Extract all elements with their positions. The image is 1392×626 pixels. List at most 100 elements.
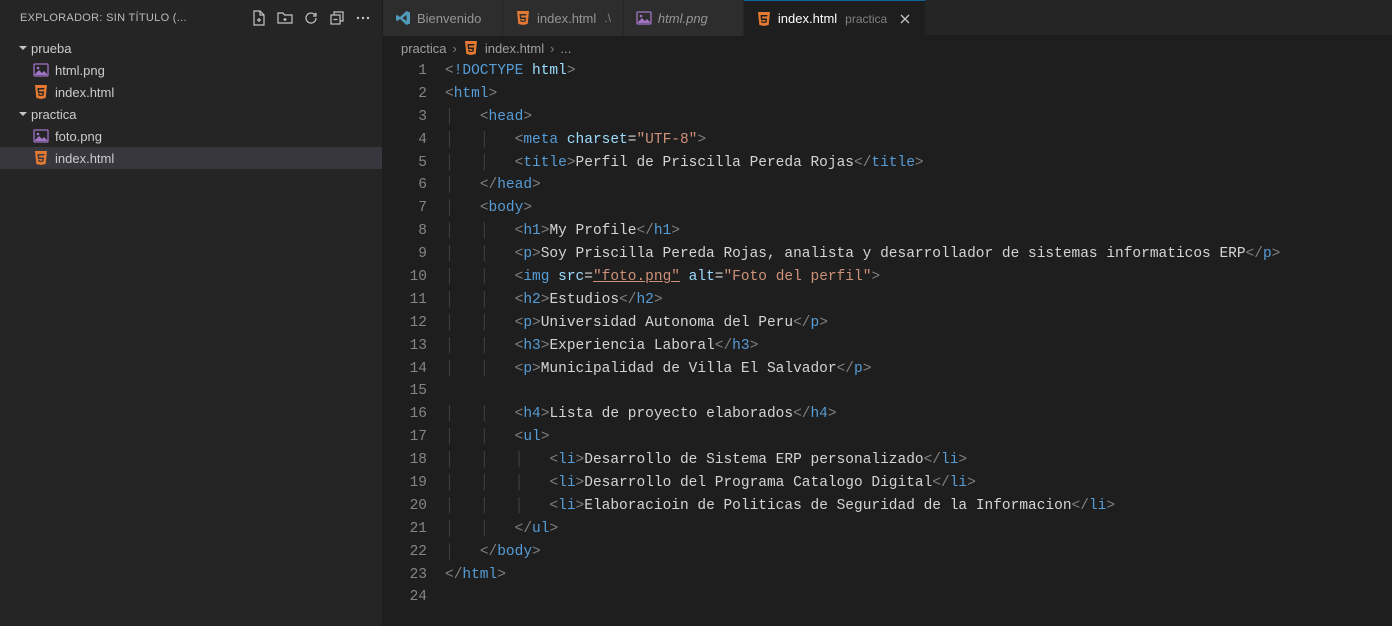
html-file-icon [515, 10, 531, 26]
code-line[interactable]: │ </body> [445, 541, 1392, 564]
line-number: 2 [383, 83, 427, 106]
editor-tab[interactable]: html.png [624, 0, 744, 36]
line-number: 6 [383, 174, 427, 197]
html-file-icon [32, 84, 50, 100]
code-line[interactable]: │ <head> [445, 106, 1392, 129]
tree-label: index.html [55, 85, 114, 100]
breadcrumb-segment[interactable]: index.html [485, 41, 544, 56]
line-number: 14 [383, 358, 427, 381]
line-number: 24 [383, 586, 427, 609]
chevron-down-icon [15, 106, 31, 122]
code-line[interactable]: │ │ <ul> [445, 426, 1392, 449]
close-icon[interactable] [897, 11, 913, 27]
chevron-right-icon: › [550, 41, 554, 56]
line-number: 20 [383, 495, 427, 518]
explorer-header: EXPLORADOR: SIN TÍTULO (... [0, 0, 382, 35]
line-number: 9 [383, 243, 427, 266]
line-number-gutter: 123456789101112131415161718192021222324 [383, 60, 445, 626]
tab-label: index.html [537, 11, 596, 26]
line-number: 8 [383, 220, 427, 243]
file-item[interactable]: html.png [0, 59, 382, 81]
explorer-sidebar: EXPLORADOR: SIN TÍTULO (... prueba html.p… [0, 0, 383, 626]
folder-item[interactable]: practica [0, 103, 382, 125]
line-number: 18 [383, 449, 427, 472]
editor-area: Bienvenido index.html .\ html.png index.html… [383, 0, 1392, 626]
tree-label: index.html [55, 151, 114, 166]
line-number: 16 [383, 403, 427, 426]
line-number: 19 [383, 472, 427, 495]
line-number: 21 [383, 518, 427, 541]
tab-suffix: .\ [604, 11, 611, 25]
line-number: 10 [383, 266, 427, 289]
tab-label: html.png [658, 11, 708, 26]
breadcrumb-segment[interactable]: ... [560, 41, 571, 56]
line-number: 11 [383, 289, 427, 312]
line-number: 15 [383, 380, 427, 403]
code-line[interactable]: │ │ <p>Municipalidad de Villa El Salvado… [445, 358, 1392, 381]
more-icon[interactable] [352, 7, 374, 29]
line-number: 5 [383, 152, 427, 175]
tab-label: index.html [778, 11, 837, 26]
image-file-icon [32, 128, 50, 144]
line-number: 17 [383, 426, 427, 449]
editor-tab[interactable]: index.html .\ [503, 0, 624, 36]
code-line[interactable]: <!DOCTYPE html> [445, 60, 1392, 83]
folder-item[interactable]: prueba [0, 37, 382, 59]
line-number: 23 [383, 564, 427, 587]
code-line[interactable]: │ │ <p>Soy Priscilla Pereda Rojas, anali… [445, 243, 1392, 266]
code-line[interactable]: │ │ │ <li>Elaboracioin de Politicas de S… [445, 495, 1392, 518]
file-tree: prueba html.png index.html practica foto.png… [0, 35, 382, 169]
code-line[interactable]: │ │ <h1>My Profile</h1> [445, 220, 1392, 243]
tree-label: foto.png [55, 129, 102, 144]
code-line[interactable]: │ │ </ul> [445, 518, 1392, 541]
chevron-down-icon [15, 40, 31, 56]
new-file-icon[interactable] [248, 7, 270, 29]
file-item[interactable]: foto.png [0, 125, 382, 147]
tab-label: Bienvenido [417, 11, 481, 26]
tree-label: practica [31, 107, 77, 122]
code-line[interactable]: │ │ <h3>Experiencia Laboral</h3> [445, 335, 1392, 358]
code-content[interactable]: <!DOCTYPE html><html>│ <head>│ │ <meta c… [445, 60, 1392, 626]
code-line[interactable]: │ </head> [445, 174, 1392, 197]
tree-label: html.png [55, 63, 105, 78]
tab-bar: Bienvenido index.html .\ html.png index.html… [383, 0, 1392, 36]
code-line[interactable]: │ │ <p>Universidad Autonoma del Peru</p> [445, 312, 1392, 335]
html-file-icon [756, 11, 772, 27]
editor-tab[interactable]: Bienvenido [383, 0, 503, 36]
editor-tab[interactable]: index.htmlpractica [744, 0, 926, 36]
line-number: 22 [383, 541, 427, 564]
code-line[interactable]: │ │ │ <li>Desarrollo del Programa Catalo… [445, 472, 1392, 495]
collapse-all-icon[interactable] [326, 7, 348, 29]
code-line[interactable]: │ │ <meta charset="UTF-8"> [445, 129, 1392, 152]
code-line[interactable]: </html> [445, 564, 1392, 587]
file-item[interactable]: index.html [0, 147, 382, 169]
code-editor[interactable]: 123456789101112131415161718192021222324 … [383, 60, 1392, 626]
tree-label: prueba [31, 41, 71, 56]
refresh-icon[interactable] [300, 7, 322, 29]
line-number: 12 [383, 312, 427, 335]
image-file-icon [636, 10, 652, 26]
html-file-icon [32, 150, 50, 166]
chevron-right-icon: › [453, 41, 457, 56]
code-line[interactable]: │ │ <h2>Estudios</h2> [445, 289, 1392, 312]
line-number: 3 [383, 106, 427, 129]
new-folder-icon[interactable] [274, 7, 296, 29]
breadcrumbs[interactable]: practica › index.html › ... [383, 36, 1392, 60]
line-number: 1 [383, 60, 427, 83]
html-file-icon [463, 40, 479, 56]
code-line[interactable]: │ │ │ <li>Desarrollo de Sistema ERP pers… [445, 449, 1392, 472]
code-line[interactable]: │ │ <img src="foto.png" alt="Foto del pe… [445, 266, 1392, 289]
code-line[interactable]: <html> [445, 83, 1392, 106]
breadcrumb-segment[interactable]: practica [401, 41, 447, 56]
code-line[interactable]: │ │ <h4>Lista de proyecto elaborados</h4… [445, 403, 1392, 426]
code-line[interactable] [445, 586, 1392, 609]
line-number: 4 [383, 129, 427, 152]
line-number: 7 [383, 197, 427, 220]
explorer-title: EXPLORADOR: SIN TÍTULO (... [20, 12, 244, 24]
file-item[interactable]: index.html [0, 81, 382, 103]
code-line[interactable] [445, 380, 1392, 403]
code-line[interactable]: │ <body> [445, 197, 1392, 220]
code-line[interactable]: │ │ <title>Perfil de Priscilla Pereda Ro… [445, 152, 1392, 175]
image-file-icon [32, 62, 50, 78]
line-number: 13 [383, 335, 427, 358]
